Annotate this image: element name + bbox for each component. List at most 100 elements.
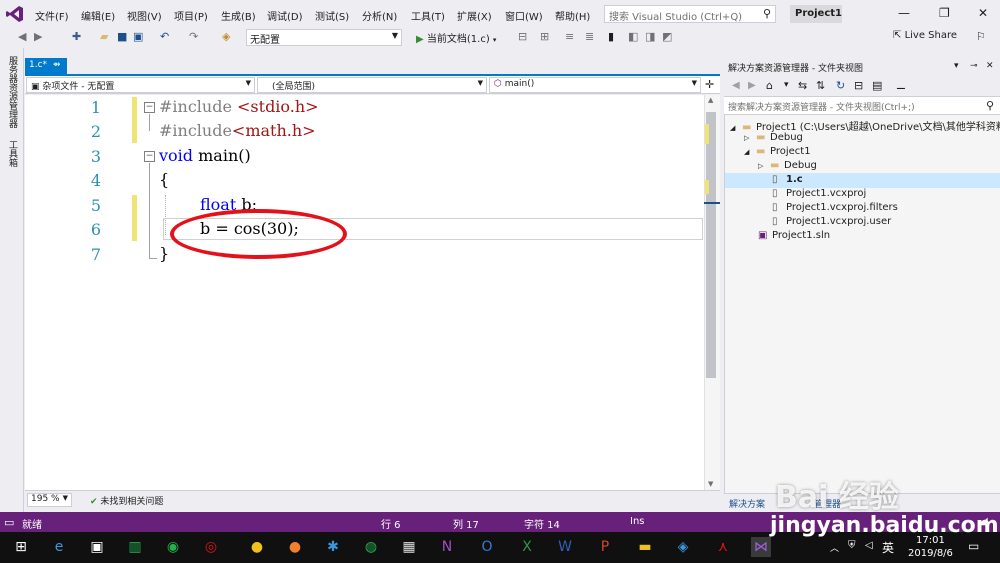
save-all-icon[interactable]: ▣ (133, 30, 143, 43)
refresh-icon[interactable]: ↻ (836, 79, 845, 92)
windows-start-icon[interactable]: ⊞ (11, 537, 31, 557)
visual-studio-taskbar-icon[interactable]: ⋈ (751, 537, 771, 557)
collapsed-arrow-icon[interactable]: ▷ (758, 162, 770, 170)
wechat-icon[interactable]: ◍ (361, 537, 381, 557)
menu-window[interactable]: 窗口(W) (505, 8, 543, 23)
menu-debug[interactable]: 调试(D) (267, 8, 303, 23)
document-tab[interactable]: 1.c* ⇴ (25, 58, 67, 74)
properties-icon[interactable]: ⚊ (896, 79, 906, 92)
new-project-icon[interactable]: ✚ (72, 30, 81, 43)
tree-item-1c[interactable]: ▯ 1.c (772, 174, 803, 188)
pin-icon[interactable]: ⊸ (970, 61, 978, 71)
run-button[interactable]: ▶ 当前文档(1.c) ▾ (416, 30, 496, 45)
forward-icon[interactable]: ▶ (34, 30, 42, 43)
menu-help[interactable]: 帮助(H) (555, 8, 590, 23)
pin-icon[interactable]: ⇴ (53, 60, 61, 70)
ime-indicator[interactable]: 英 (882, 539, 894, 556)
expanded-arrow-icon[interactable]: ◢ (744, 148, 756, 156)
app-orange-icon[interactable]: ● (285, 537, 305, 557)
excel-icon[interactable]: X (517, 537, 537, 557)
close-icon[interactable]: ✕ (978, 6, 988, 20)
live-share-button[interactable]: ⇱ Live Share (893, 30, 957, 41)
code-editor[interactable] (25, 95, 704, 490)
security-shield-icon[interactable]: ⛨ (848, 540, 856, 551)
netease-music-icon[interactable]: ◎ (201, 537, 221, 557)
tree-item-vcxproj[interactable]: ▯ Project1.vcxproj (772, 188, 866, 202)
back-icon[interactable]: ◀ (732, 80, 740, 91)
toolbar-icon-b[interactable]: ⊞ (540, 30, 549, 43)
chevron-down-icon[interactable]: ▾ (784, 80, 789, 90)
onenote-icon[interactable]: N (437, 537, 457, 557)
acrobat-icon[interactable]: ⋏ (713, 537, 733, 557)
tray-chevron-up-icon[interactable]: ︿ (830, 541, 839, 554)
tree-item-user[interactable]: ▯ Project1.vcxproj.user (772, 216, 891, 230)
expanded-arrow-icon[interactable]: ◢ (730, 124, 742, 132)
game-icon[interactable]: ● (247, 537, 267, 557)
member-combo[interactable]: ⬡ main() ▼ (489, 77, 701, 93)
zoom-select[interactable]: 195 % ▼ (27, 493, 72, 507)
menu-test[interactable]: 测试(S) (315, 8, 349, 23)
show-all-files-icon[interactable]: ▤ (872, 79, 882, 92)
menu-project[interactable]: 项目(P) (174, 8, 208, 23)
menu-edit[interactable]: 编辑(E) (81, 8, 115, 23)
forward-icon[interactable]: ▶ (748, 80, 756, 91)
split-window-icon[interactable]: ✛ (705, 78, 714, 91)
file-explorer-icon[interactable]: ▬ (635, 537, 655, 557)
outlook-icon[interactable]: O (477, 537, 497, 557)
solution-explorer-tab[interactable]: 解决方案 (729, 497, 765, 510)
server-explorer-tab[interactable]: 服务器资源管理器 (6, 56, 19, 128)
scope-combo[interactable]: (全局范围) ▼ (257, 77, 487, 93)
action-center-icon[interactable]: ▭ (968, 539, 979, 553)
volume-icon[interactable]: ◁ (865, 540, 873, 551)
menu-analyze[interactable]: 分析(N) (362, 8, 397, 23)
tree-item-project-folder[interactable]: ◢ ▬ Project1 (C:\Users\超越\OneDrive\文档\其他学科… (730, 118, 1000, 133)
menu-file[interactable]: 文件(F) (35, 8, 69, 23)
calculator-icon[interactable]: ▦ (399, 537, 419, 557)
collapsed-arrow-icon[interactable]: ▷ (744, 134, 756, 142)
minimize-icon[interactable]: — (898, 6, 910, 20)
switch-views-icon[interactable]: ⇆ (798, 79, 807, 92)
undo-icon[interactable]: ↶ (160, 30, 169, 43)
open-file-icon[interactable]: ▰ (100, 30, 108, 43)
redo-icon[interactable]: ↷ (189, 30, 198, 43)
star-app-icon[interactable]: ✱ (323, 537, 343, 557)
home-icon[interactable]: ⌂ (766, 79, 773, 92)
menu-tools[interactable]: 工具(T) (411, 8, 445, 23)
tree-item-debug-sub[interactable]: ▷ ▬ Debug (758, 160, 817, 174)
find-icon[interactable]: ◈ (222, 30, 230, 43)
pane-menu-icon[interactable]: ▾ (954, 61, 959, 71)
tree-item-sln[interactable]: ▣ Project1.sln (758, 230, 830, 244)
menu-extensions[interactable]: 扩展(X) (457, 8, 492, 23)
restore-icon[interactable]: ❐ (939, 6, 950, 20)
project-combo[interactable]: ▣ 杂项文件 - 无配置 ▼ (26, 77, 255, 93)
vs-search-input[interactable]: 搜索 Visual Studio (Ctrl+Q) ⚲ (604, 5, 776, 23)
back-icon[interactable]: ◀ (18, 30, 26, 43)
store-icon[interactable]: ▣ (87, 537, 107, 557)
config-select[interactable]: 无配置 ▼ (246, 29, 402, 46)
collapse-all-icon[interactable]: ⊟ (854, 79, 863, 92)
scroll-up-icon[interactable]: ▲ (708, 96, 713, 104)
tree-item-filters[interactable]: ▯ Project1.vcxproj.filters (772, 202, 898, 216)
issues-indicator[interactable]: ✔ 未找到相关问题 (90, 494, 163, 507)
powerpoint-icon[interactable]: P (595, 537, 615, 557)
toolbar-icon-d[interactable]: ≣ (585, 30, 594, 43)
bookmark-clear-icon[interactable]: ◩ (662, 30, 672, 43)
bookmark-next-icon[interactable]: ◨ (645, 30, 655, 43)
tree-item-debug[interactable]: ▷ ▬ Debug (744, 132, 803, 146)
feedback-icon[interactable]: ⚐ (976, 30, 986, 43)
menu-view[interactable]: 视图(V) (127, 8, 162, 23)
toolbar-icon-a[interactable]: ⊟ (518, 30, 527, 43)
bookmark-prev-icon[interactable]: ◧ (628, 30, 638, 43)
scroll-down-icon[interactable]: ▼ (708, 480, 713, 488)
menu-build[interactable]: 生成(B) (221, 8, 256, 23)
wechat-work-icon[interactable]: ◉ (163, 537, 183, 557)
toolbox-tab[interactable]: 工具箱 (6, 140, 19, 167)
edge-browser-icon[interactable]: e (49, 537, 69, 557)
solution-explorer-search[interactable]: 搜索解决方案资源管理器 - 文件夹视图(Ctrl+;) ⚲ (724, 97, 1000, 115)
browser-icon[interactable]: ◈ (673, 537, 693, 557)
bookmark-icon[interactable]: ▮ (608, 30, 614, 43)
word-icon[interactable]: W (555, 537, 575, 557)
sync-icon[interactable]: ⇅ (816, 79, 825, 92)
close-pane-icon[interactable]: ✕ (986, 61, 994, 71)
toolbar-icon-c[interactable]: ≡ (565, 30, 574, 43)
